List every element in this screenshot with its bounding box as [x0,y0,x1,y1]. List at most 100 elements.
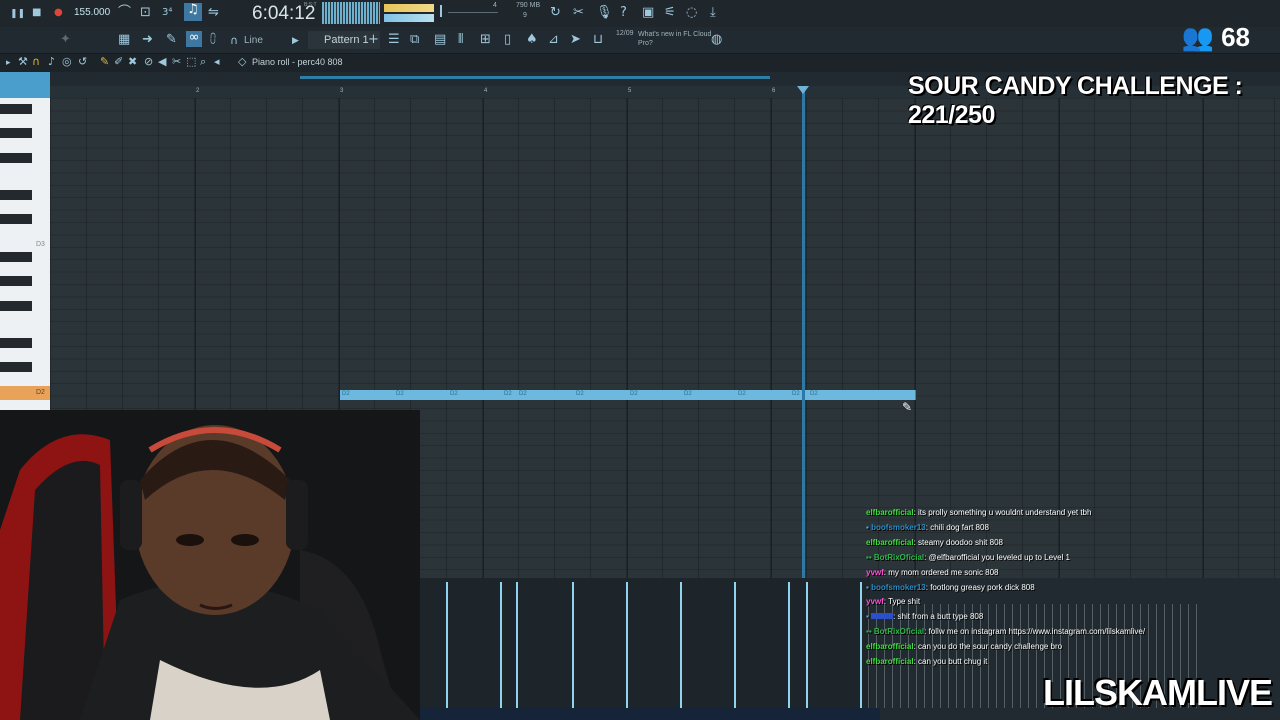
microphone-icon[interactable]: 🎙 [596,6,613,20]
record-options-icon[interactable]: ↺ [78,55,87,69]
undo-history-icon[interactable]: ↻ [550,6,561,20]
mixer-sliders-icon[interactable]: ⫴ [458,33,463,47]
pattern-arrow-icon[interactable]: ▶ [292,34,299,48]
black-key[interactable] [0,252,32,262]
note[interactable]: D2 [340,390,395,400]
note[interactable]: D2 [790,390,809,400]
note[interactable]: D2 [517,390,575,400]
arrow-right-icon[interactable]: ➜ [142,33,153,47]
velocity-bar[interactable] [572,582,574,708]
news-text[interactable]: What's new in FL Cloud Pro? [638,30,718,48]
magnet-icon[interactable]: ⩇ [210,33,216,47]
velocity-bar[interactable] [446,582,448,708]
black-key[interactable] [0,301,32,311]
download-icon[interactable]: ⤓ [710,6,716,20]
mute-tool-icon[interactable]: ⊘ [144,55,153,69]
playback-icon[interactable]: ♪ [48,55,55,69]
slip-tool-icon[interactable]: ◀ [158,55,166,69]
record-icon[interactable]: ● [54,6,63,20]
black-key[interactable] [0,104,32,114]
options-arrow-icon[interactable]: ▸ [6,56,11,70]
tools-icon[interactable]: ⚒ [18,55,28,69]
black-key[interactable] [0,276,32,286]
velocity-bar[interactable] [788,582,790,708]
help-icon[interactable]: ? [620,6,627,20]
note-label: D2 [684,391,692,397]
slice-tool-icon[interactable]: ✂ [172,55,181,69]
note[interactable]: D2 [682,390,737,400]
note[interactable]: D2 [808,390,916,400]
viewer-count-value: 68 [1221,22,1250,52]
magnet-snap-icon[interactable]: ∩ [32,55,40,69]
note[interactable]: D2 [628,390,683,400]
channel-rack-icon[interactable]: ⧉ [410,33,419,47]
brush-icon[interactable]: ⊿ [548,33,559,47]
pencil-icon[interactable]: ✎ [166,33,177,47]
add-pattern-icon[interactable]: + [368,33,379,47]
window-arrows-icon[interactable]: ◇ [238,55,246,69]
mixer-icon[interactable]: ⚟ [664,6,676,20]
globe-icon[interactable]: ◍ [711,33,722,47]
velocity-bar[interactable] [500,582,502,708]
draw-tool-icon[interactable]: ✎ [100,55,109,69]
note[interactable]: D2 [736,390,791,400]
note[interactable]: D2 [574,390,629,400]
save-icon[interactable]: ▣ [642,6,654,20]
horizontal-scrollbar[interactable] [300,76,770,79]
highlighted-key[interactable]: D2 [0,386,50,400]
link-icon[interactable]: ∞ [186,31,202,47]
cut-tool-icon[interactable]: ✂ [573,6,584,20]
black-key[interactable] [0,190,32,200]
black-key[interactable] [0,338,32,348]
wait-icon[interactable]: ⊡ [140,6,151,20]
metronome-icon[interactable]: ⌒ [118,6,131,20]
chat-icon[interactable]: ◌ [686,6,697,20]
piano-icon[interactable]: ▤ [434,33,446,47]
send-icon[interactable]: ➤ [570,33,581,47]
note[interactable]: D2 [394,390,449,400]
tempo-display[interactable]: 155.000 [74,7,110,18]
velocity-bar[interactable] [860,582,862,708]
snap-icon[interactable]: ∩ [230,34,238,48]
playlist-icon[interactable]: ☰ [388,33,400,47]
countdown-icon[interactable]: 3⁴ [162,6,172,20]
cart-icon[interactable]: ⊔ [593,33,603,47]
note[interactable]: D2 [448,390,503,400]
playhead[interactable] [802,86,805,578]
delete-tool-icon[interactable]: ✖ [128,55,137,69]
piano-roll-icon[interactable]: ▦ [118,33,130,47]
browser-icon[interactable]: ⊞ [480,33,491,47]
velocity-bar[interactable] [516,582,518,708]
velocity-bar[interactable] [734,582,736,708]
select-tool-icon[interactable]: ⬚ [186,55,196,69]
plugin-icon[interactable]: ♠ [526,33,538,47]
step-edit-icon[interactable]: ♫ [184,3,202,21]
note-label: D2 [450,391,458,397]
paint-tool-icon[interactable]: ✐ [114,55,123,69]
note[interactable]: D2 [502,390,518,400]
pause-icon[interactable]: ❚❚ [10,7,25,21]
chat-username: elfbarofficial [866,508,914,517]
black-key[interactable] [0,214,32,224]
playback-tool-icon[interactable]: ◂ [214,55,220,69]
streamer-image [0,410,420,720]
cursor-icon[interactable]: ✦ [60,33,71,47]
master-volume-meter [384,4,434,12]
velocity-bar[interactable] [680,582,682,708]
black-key[interactable] [0,128,32,138]
top-toolbar: ❚❚ ■ ● 155.000 ⌒ ⊡ 3⁴ ♫ ⇋ 6:04:12 B:S:T … [0,0,1280,27]
key-label-d3: D3 [36,241,45,248]
velocity-bar[interactable] [806,582,808,708]
black-key[interactable] [0,153,32,163]
scale-icon[interactable]: ◎ [62,55,72,69]
zoom-tool-icon[interactable]: ⌕ [200,55,206,69]
velocity-bar[interactable] [626,582,628,708]
loop-record-icon[interactable]: ⇋ [208,6,219,20]
stop-icon[interactable]: ■ [32,6,41,20]
snap-select[interactable]: Line [244,35,263,46]
pattern-label: Pattern 1 [324,34,369,46]
file-icon[interactable]: ▯ [504,33,511,47]
viewer-count: 👥 68 [1181,22,1250,53]
black-key[interactable] [0,362,32,372]
playhead-marker-icon[interactable] [797,86,809,94]
